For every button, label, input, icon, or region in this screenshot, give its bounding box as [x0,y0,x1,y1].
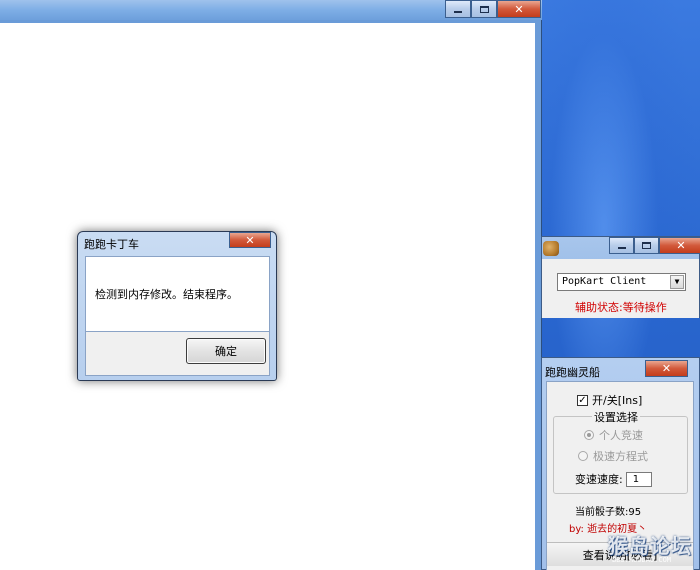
error-dialog: 跑跑卡丁车 ✕ 检测到内存修改。结束程序。 确定 [77,231,277,381]
dialog-title: 跑跑卡丁车 [84,238,139,251]
dialog-close-button[interactable]: ✕ [229,232,271,248]
minimize-icon [454,10,462,13]
watermark-url: BBS.HOUDAO.COM [612,556,672,564]
ghost-window-title: 跑跑幽灵船 [545,366,600,379]
close-icon: ✕ [245,233,255,247]
maximize-icon [479,5,489,13]
radio-solo-race[interactable]: 个人竞速 [584,427,643,443]
watermark-text: 猴岛论坛 [608,534,692,558]
close-icon: ✕ [661,362,672,375]
popkart-client-window: ✕ PopKart Client ▼ 辅助状态:等待操作 [541,236,700,318]
speed-label: 变速速度: [575,473,623,486]
toggle-checkbox[interactable]: ✓ [577,394,588,406]
speed-row: 变速速度: 1 [575,471,652,487]
helper-status-text: 辅助状态:等待操作 [575,301,667,314]
dialog-body: 检测到内存修改。结束程序。 [85,256,270,332]
close-icon: ✕ [514,2,524,16]
dropdown-arrow-glyph: ▼ [674,277,680,286]
maximize-icon [642,242,651,249]
ok-button[interactable]: 确定 [186,338,266,364]
popkart-maximize-button[interactable] [634,237,659,254]
settings-groupbox: 设置选择 个人竞速 极速方程式 变速速度: 1 [553,409,688,494]
ghost-close-button[interactable]: ✕ [645,360,688,377]
popkart-caption-buttons: ✕ [609,237,700,254]
radio-label: 个人竞速 [599,429,643,442]
client-select-dropdown[interactable]: PopKart Client ▼ [557,273,686,291]
minimize-button[interactable] [445,0,471,18]
close-button[interactable]: ✕ [497,0,541,18]
dice-count-text: 当前骰子数:95 [575,507,642,518]
checkmark-icon: ✓ [578,394,587,406]
radio-speed-formula[interactable]: 极速方程式 [578,448,648,464]
dialog-footer: 确定 [85,332,270,376]
dialog-message: 检测到内存修改。结束程序。 [95,288,238,301]
maximize-button[interactable] [471,0,497,18]
minimize-icon [617,247,626,249]
radio-button-icon [584,430,594,440]
forum-watermark: 猴岛论坛 BBS.HOUDAO.COM [608,530,700,570]
radio-label: 极速方程式 [593,450,648,463]
popkart-client-area: PopKart Client ▼ 辅助状态:等待操作 [542,259,699,318]
speed-input[interactable]: 1 [625,471,652,487]
popkart-minimize-button[interactable] [609,237,634,254]
radio-button-icon [578,451,588,461]
dropdown-arrow-icon[interactable]: ▼ [670,275,684,289]
main-caption-buttons: ✕ [445,0,541,18]
popkart-close-button[interactable]: ✕ [659,237,700,254]
toggle-label[interactable]: 开/关[Ins] [592,392,642,408]
client-select-value: PopKart Client [562,276,647,287]
close-icon: ✕ [676,239,686,252]
popkart-app-icon [543,241,559,256]
groupbox-label: 设置选择 [592,409,640,425]
toggle-row: ✓ 开/关[Ins] [577,392,642,408]
